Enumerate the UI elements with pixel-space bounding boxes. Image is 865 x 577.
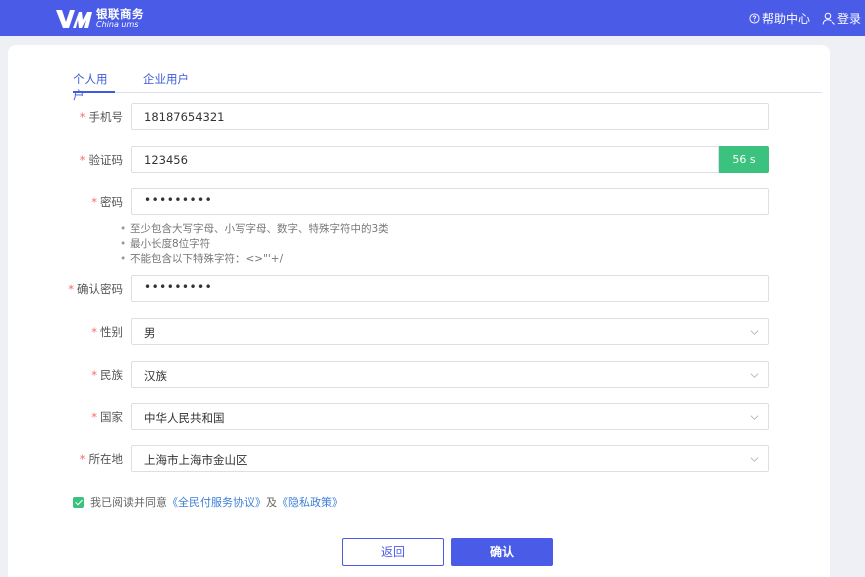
verification-code-value: 123456 bbox=[144, 153, 188, 167]
verification-code-input[interactable]: 123456 bbox=[131, 146, 719, 173]
gender-value: 男 bbox=[144, 326, 156, 340]
confirm-password-value: ••••••••• bbox=[144, 280, 213, 294]
agreement-prefix: 我已阅读并同意 bbox=[90, 496, 167, 509]
password-input[interactable]: ••••••••• bbox=[131, 188, 769, 215]
phone-value: 18187654321 bbox=[144, 110, 225, 124]
resend-countdown-button[interactable]: 56 s bbox=[719, 146, 769, 173]
agreement-and: 及 bbox=[266, 496, 277, 509]
chevron-down-icon bbox=[750, 457, 759, 462]
ethnicity-value: 汉族 bbox=[144, 369, 167, 383]
top-navbar: 银联商务 China ums 帮助中心 登录 bbox=[0, 0, 865, 36]
chevron-down-icon bbox=[750, 330, 759, 335]
agreement-row: 我已阅读并同意 《全民付服务协议》 及 《隐私政策》 bbox=[73, 494, 343, 510]
chevron-down-icon bbox=[750, 373, 759, 378]
question-circle-icon bbox=[749, 12, 760, 24]
tab-personal-user[interactable]: 个人用户 bbox=[73, 71, 115, 102]
service-agreement-link[interactable]: 《全民付服务协议》 bbox=[167, 494, 266, 510]
gender-label: * 性别 bbox=[91, 325, 123, 339]
ethnicity-select[interactable]: 汉族 bbox=[131, 361, 769, 388]
tab-enterprise-user[interactable]: 企业用户 bbox=[143, 71, 189, 93]
top-right-links: 帮助中心 登录 bbox=[737, 0, 861, 36]
password-label: * 密码 bbox=[91, 195, 123, 209]
location-select[interactable]: 上海市上海市金山区 bbox=[131, 445, 769, 472]
password-rule: 不能包含以下特殊字符：<>"'+/ bbox=[120, 252, 389, 267]
country-value: 中华人民共和国 bbox=[144, 411, 225, 425]
password-rule: 最小长度8位字符 bbox=[120, 237, 389, 252]
brand-logo[interactable]: 银联商务 China ums bbox=[55, 7, 144, 31]
password-rules: 至少包含大写字母、小写字母、数字、特殊字符中的3类 最小长度8位字符 不能包含以… bbox=[120, 222, 389, 267]
user-type-tabs: 个人用户 企业用户 bbox=[73, 71, 822, 102]
help-center-link[interactable]: 帮助中心 bbox=[749, 10, 810, 27]
user-icon bbox=[822, 12, 835, 25]
gender-select[interactable]: 男 bbox=[131, 318, 769, 345]
brand-name-en: China ums bbox=[96, 20, 139, 30]
confirm-password-label: * 确认密码 bbox=[68, 282, 123, 296]
chevron-down-icon bbox=[750, 415, 759, 420]
confirm-button[interactable]: 确认 bbox=[451, 538, 553, 566]
registration-card: 个人用户 企业用户 * 手机号 18187654321 * 验证码 123456 5… bbox=[8, 45, 830, 577]
confirm-password-input[interactable]: ••••••••• bbox=[131, 275, 769, 302]
login-link[interactable]: 登录 bbox=[822, 10, 861, 27]
password-value: ••••••••• bbox=[144, 193, 213, 207]
login-label: 登录 bbox=[836, 11, 861, 26]
brand-name-cn: 银联商务 bbox=[96, 6, 144, 21]
password-rule: 至少包含大写字母、小写字母、数字、特殊字符中的3类 bbox=[120, 222, 389, 237]
phone-input[interactable]: 18187654321 bbox=[131, 103, 769, 130]
agreement-checkbox[interactable] bbox=[73, 496, 84, 508]
location-label: * 所在地 bbox=[79, 452, 123, 466]
verification-code-label: * 验证码 bbox=[79, 153, 123, 167]
country-label: * 国家 bbox=[91, 410, 123, 424]
ums-logo-icon bbox=[56, 10, 92, 28]
location-value: 上海市上海市金山区 bbox=[144, 453, 248, 467]
help-center-label: 帮助中心 bbox=[761, 11, 810, 26]
privacy-policy-link[interactable]: 《隐私政策》 bbox=[277, 494, 343, 510]
back-button[interactable]: 返回 bbox=[342, 538, 444, 566]
brand-text: 银联商务 China ums bbox=[96, 6, 144, 30]
country-select[interactable]: 中华人民共和国 bbox=[131, 403, 769, 430]
phone-label: * 手机号 bbox=[79, 110, 123, 124]
ethnicity-label: * 民族 bbox=[91, 368, 123, 382]
